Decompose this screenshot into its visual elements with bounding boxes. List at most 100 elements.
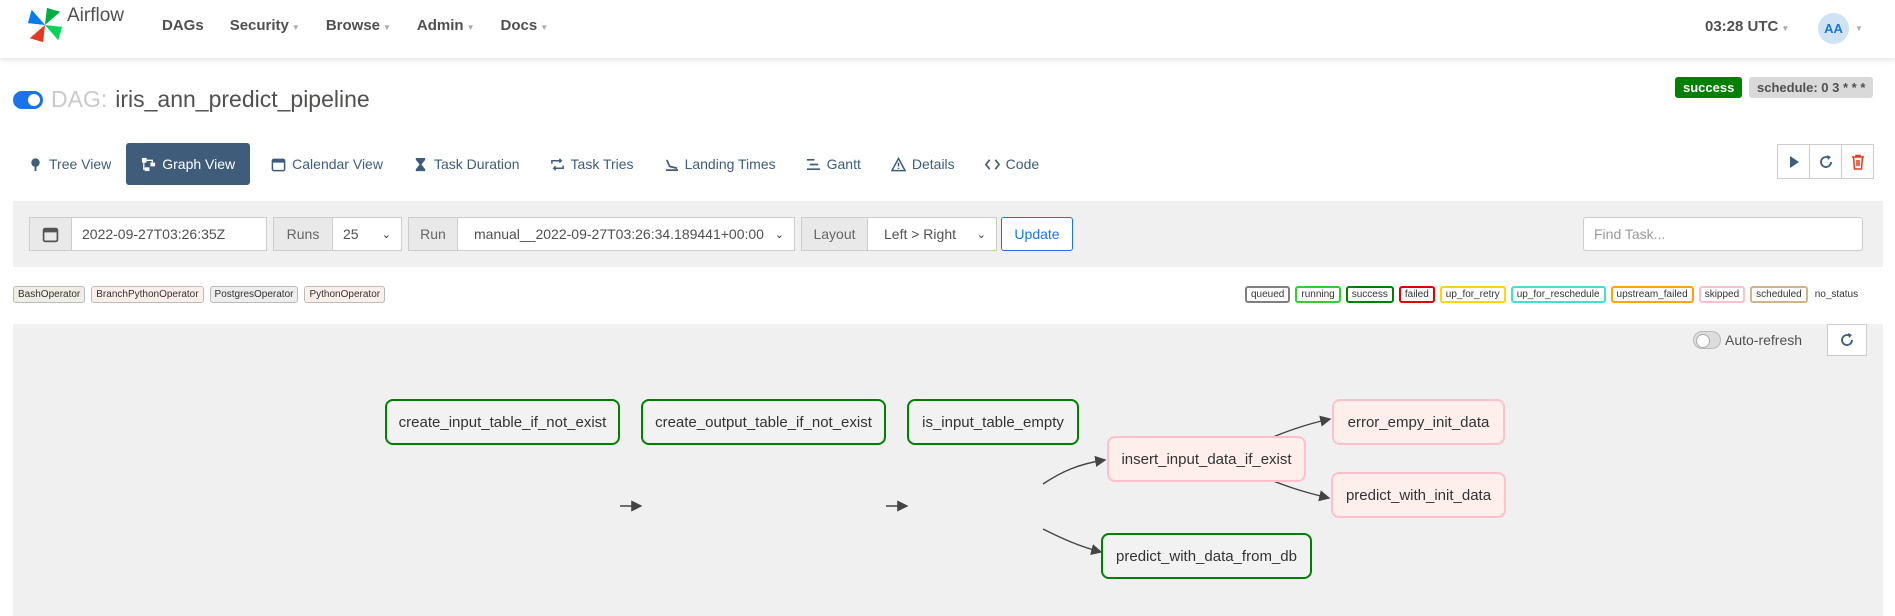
tab-label: Calendar View: [292, 156, 383, 172]
code-icon: [984, 158, 1000, 170]
runs-select[interactable]: 25 ⌄: [332, 217, 402, 251]
menu-docs-label: Docs: [500, 17, 538, 34]
menu-docs[interactable]: Docs ▼: [501, 17, 549, 34]
menu-dags-label: DAGs: [162, 17, 204, 34]
trash-icon: [1851, 154, 1864, 170]
dag-name: iris_ann_predict_pipeline: [115, 86, 370, 112]
menu-browse[interactable]: Browse ▼: [326, 17, 391, 34]
graph-refresh-button[interactable]: [1827, 324, 1867, 356]
caret-down-icon: ▼: [383, 22, 391, 32]
menu-security[interactable]: Security ▼: [230, 17, 300, 34]
task-node-insert-input-data[interactable]: insert_input_data_if_exist: [1107, 436, 1306, 482]
schedule-badge: schedule: 0 3 * * *: [1749, 77, 1874, 98]
delete-dag-button[interactable]: [1841, 144, 1874, 179]
caret-down-icon[interactable]: ▼: [1855, 24, 1863, 33]
tab-label: Task Duration: [433, 156, 520, 172]
filter-bar: 2022-09-27T03:26:35Z Runs 25 ⌄ Run manual…: [13, 201, 1883, 267]
menu-dags[interactable]: DAGs: [162, 17, 204, 34]
utc-clock-label: 03:28 UTC: [1705, 18, 1779, 35]
view-tabs: Tree View Graph View Calendar View Task …: [13, 143, 1054, 185]
layout-select[interactable]: Left > Right ⌄: [867, 217, 997, 251]
refresh-dag-button[interactable]: [1809, 144, 1842, 179]
state-tag-failed[interactable]: failed: [1398, 286, 1435, 303]
pinwheel-icon: [27, 7, 63, 43]
tab-landing-times[interactable]: Landing Times: [649, 143, 791, 185]
dag-header: DAG: iris_ann_predict_pipeline: [13, 86, 370, 113]
state-tag-running[interactable]: running: [1295, 286, 1341, 303]
chevron-down-icon: ⌄: [976, 228, 986, 241]
run-label: Run: [408, 217, 458, 251]
tab-tree-view[interactable]: Tree View: [13, 143, 126, 185]
chevron-down-icon: ⌄: [774, 228, 784, 241]
auto-refresh-label: Auto-refresh: [1725, 332, 1803, 348]
tab-code[interactable]: Code: [970, 143, 1054, 185]
menu-security-label: Security: [229, 17, 289, 34]
brand-name: Airflow: [67, 5, 125, 26]
play-icon: [1789, 155, 1799, 168]
caret-down-icon: ▼: [466, 22, 475, 32]
operator-legend: BashOperator BranchPythonOperator Postgr…: [13, 286, 391, 303]
user-avatar[interactable]: AA: [1818, 13, 1849, 44]
dag-status-badge: success: [1675, 77, 1743, 98]
edge: [1042, 528, 1103, 555]
warning-icon: [890, 156, 906, 171]
hourglass-icon: [415, 157, 426, 171]
dag-graph-canvas[interactable]: create_input_table_if_not_exist create_o…: [13, 324, 1883, 616]
task-node-create-output-table[interactable]: create_output_table_if_not_exist: [641, 399, 886, 445]
task-node-predict-with-init-data[interactable]: predict_with_init_data: [1331, 472, 1506, 518]
state-tag-queued[interactable]: queued: [1245, 286, 1291, 303]
state-tag-skipped[interactable]: skipped: [1698, 286, 1746, 303]
auto-refresh-toggle[interactable]: Auto-refresh: [1693, 331, 1802, 349]
layout-label: Layout: [801, 217, 868, 251]
date-picker-button[interactable]: [29, 217, 72, 251]
tab-graph-view[interactable]: Graph View: [126, 143, 251, 185]
tab-label: Graph View: [162, 156, 236, 172]
state-tag-scheduled[interactable]: scheduled: [1750, 286, 1808, 303]
execution-date-input[interactable]: 2022-09-27T03:26:35Z: [71, 217, 267, 251]
graph-edges: [620, 415, 1332, 555]
tab-task-tries[interactable]: Task Tries: [535, 143, 649, 185]
trigger-dag-button[interactable]: [1777, 144, 1810, 179]
tab-label: Details: [911, 156, 955, 172]
dag-pause-toggle[interactable]: [13, 90, 43, 109]
find-task-input[interactable]: Find Task...: [1583, 217, 1863, 251]
update-button[interactable]: Update: [1001, 217, 1073, 251]
tab-label: Gantt: [826, 156, 861, 172]
task-node-error-empy-init-data[interactable]: error_empy_init_data: [1332, 399, 1505, 445]
state-tag-success[interactable]: success: [1345, 286, 1394, 303]
runs-label: Runs: [273, 217, 333, 251]
tab-label: Tree View: [49, 156, 112, 172]
calendar-icon: [271, 158, 286, 171]
state-legend: queued running success failed up_for_ret…: [1245, 286, 1858, 303]
run-select[interactable]: manual__2022-09-27T03:26:34.189441+00:00…: [457, 217, 795, 251]
tree-icon: [31, 157, 40, 171]
repeat-icon: [550, 157, 564, 171]
graph-icon: [142, 157, 156, 171]
tab-gantt[interactable]: Gantt: [791, 143, 876, 185]
state-tag-up-for-reschedule[interactable]: up_for_reschedule: [1510, 286, 1606, 303]
state-tag-up-for-retry[interactable]: up_for_retry: [1439, 286, 1506, 303]
operator-tag-branch-python: BranchPythonOperator: [91, 286, 204, 303]
main-menu: DAGs Security ▼ Browse ▼ Admin ▼ Docs ▼: [162, 17, 574, 34]
state-tag-no-status[interactable]: no_status: [1815, 286, 1858, 303]
state-tag-upstream-failed[interactable]: upstream_failed: [1610, 286, 1694, 303]
layout-value: Left > Right: [884, 226, 956, 242]
task-node-is-input-table-empty[interactable]: is_input_table_empty: [907, 399, 1079, 445]
refresh-icon: [1841, 333, 1853, 346]
operator-tag-bash: BashOperator: [13, 286, 86, 303]
tab-details[interactable]: Details: [876, 143, 970, 185]
runs-value: 25: [343, 226, 359, 242]
menu-admin[interactable]: Admin ▼: [417, 17, 475, 34]
refresh-icon: [1819, 154, 1832, 168]
task-node-create-input-table[interactable]: create_input_table_if_not_exist: [385, 399, 620, 445]
utc-clock[interactable]: 03:28 UTC ▼: [1705, 18, 1789, 35]
caret-down-icon: ▼: [1781, 23, 1790, 33]
tab-calendar-view[interactable]: Calendar View: [256, 143, 398, 185]
tab-label: Landing Times: [684, 156, 776, 172]
menu-browse-label: Browse: [325, 17, 380, 34]
operator-tag-python: PythonOperator: [304, 286, 386, 303]
airflow-logo[interactable]: Airflow: [26, 5, 136, 45]
task-node-predict-with-data-from-db[interactable]: predict_with_data_from_db: [1101, 533, 1312, 579]
auto-refresh-switch[interactable]: [1693, 331, 1721, 349]
tab-task-duration[interactable]: Task Duration: [398, 143, 535, 185]
